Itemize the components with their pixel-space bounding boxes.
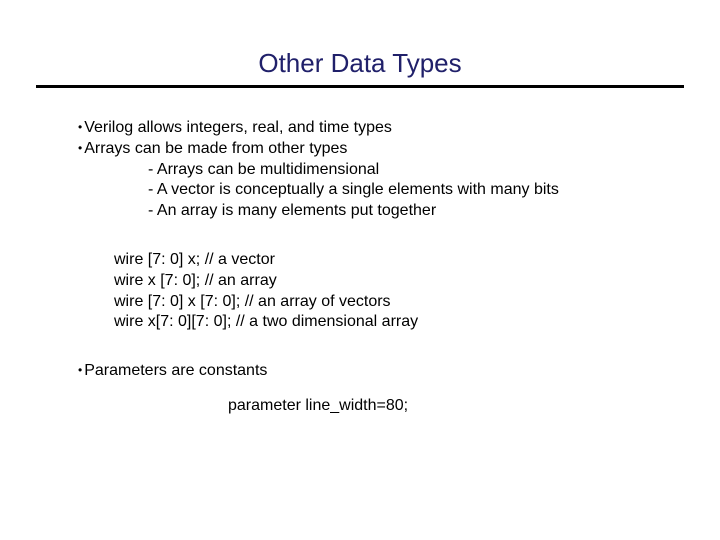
bullet-3: •Parameters are constants	[78, 361, 684, 382]
code-line-1: wire [7: 0] x; // a vector	[114, 250, 684, 271]
code-block: wire [7: 0] x; // a vector wire x [7: 0]…	[78, 250, 684, 333]
subbullet-3: - An array is many elements put together	[78, 201, 684, 222]
code-line-4: wire x[7: 0][7: 0]; // a two dimensional…	[114, 312, 684, 333]
parameter-line: parameter line_width=80;	[78, 396, 684, 417]
bullet-1-text: Verilog allows integers, real, and time …	[84, 119, 392, 136]
bullet-1: •Verilog allows integers, real, and time…	[78, 118, 684, 139]
code-line-2: wire x [7: 0]; // an array	[114, 271, 684, 292]
code-line-3: wire [7: 0] x [7: 0]; // an array of vec…	[114, 292, 684, 313]
bullet-dot: •	[78, 363, 82, 377]
bullet-2-text: Arrays can be made from other types	[84, 140, 347, 157]
bullet-dot: •	[78, 141, 82, 155]
subbullet-2: - A vector is conceptually a single elem…	[78, 180, 684, 201]
bullet-2: •Arrays can be made from other types	[78, 139, 684, 160]
title-underline	[36, 85, 684, 88]
subbullet-1: - Arrays can be multidimensional	[78, 160, 684, 181]
bullet-dot: •	[78, 120, 82, 134]
content-area: •Verilog allows integers, real, and time…	[0, 118, 720, 417]
slide: Other Data Types •Verilog allows integer…	[0, 0, 720, 540]
bullet-3-text: Parameters are constants	[84, 362, 267, 379]
slide-title: Other Data Types	[0, 48, 720, 79]
